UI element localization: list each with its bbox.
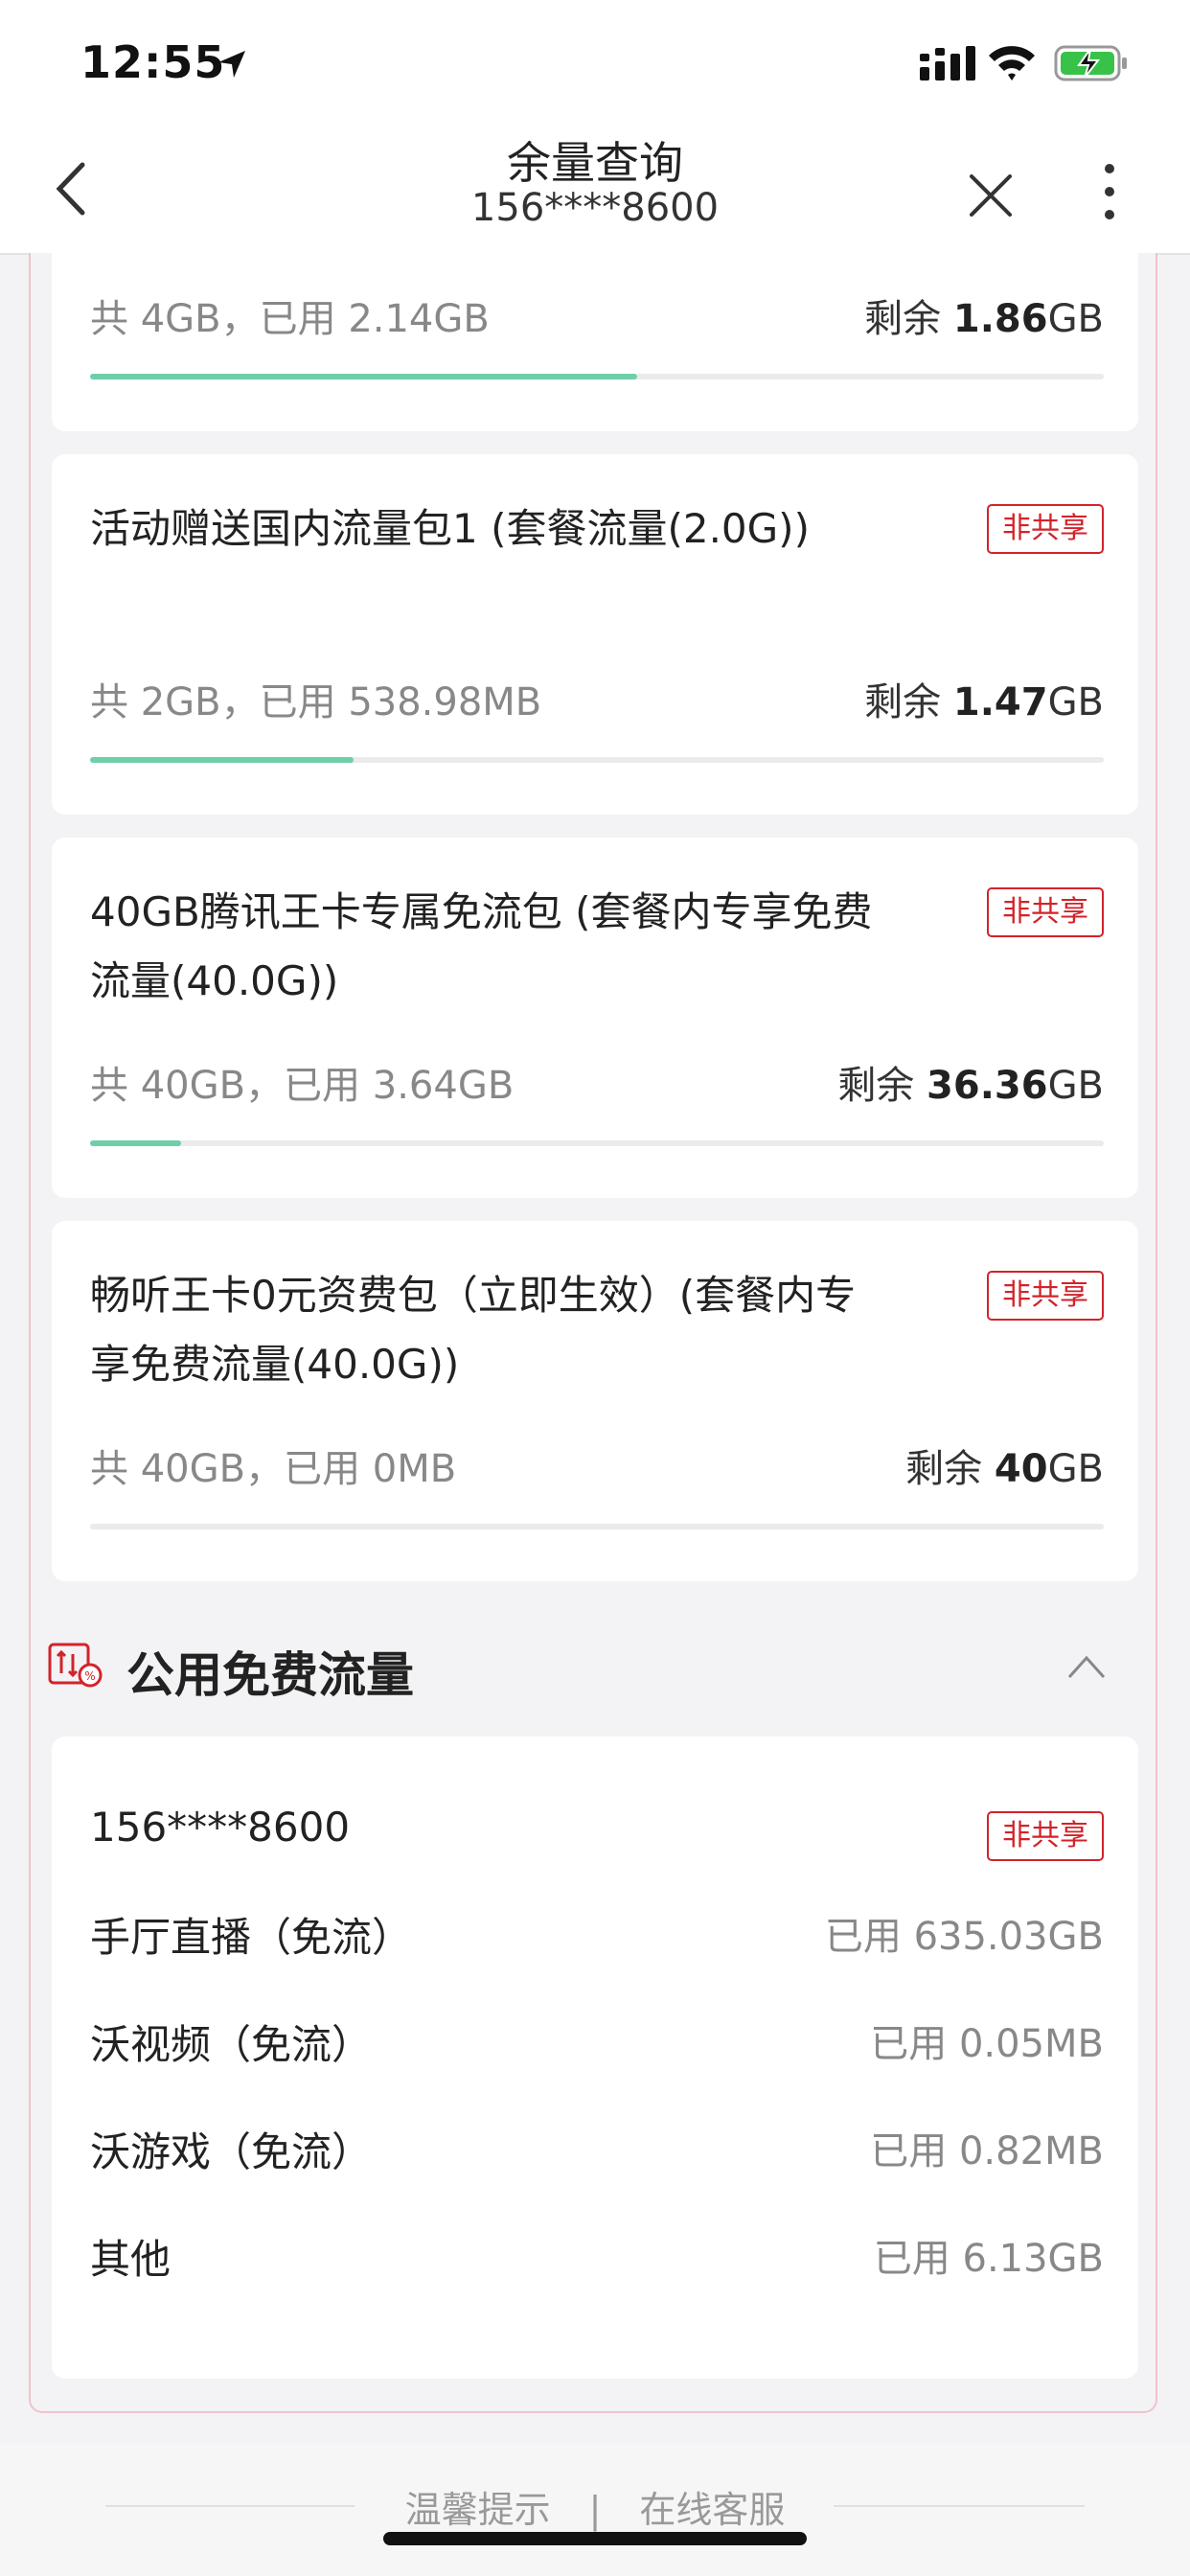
free-row-value: 已用 635.03GB	[824, 1915, 1104, 1959]
non-shared-badge: 非共享	[987, 887, 1104, 937]
customer-service-link[interactable]: 在线客服	[639, 2489, 785, 2531]
non-shared-badge: 非共享	[987, 1271, 1104, 1321]
battery-charging-icon	[1054, 45, 1127, 81]
usage-card: 共 4GB，已用 2.14GB 剩余 1.86GB	[52, 249, 1138, 431]
free-traffic-icon: %	[48, 1643, 103, 1688]
usage-progress-bar	[90, 374, 1104, 380]
usage-container: 共 4GB，已用 2.14GB 剩余 1.86GB 活动赠送国内流量包1 (套餐…	[29, 249, 1157, 2413]
location-arrow-icon	[218, 51, 245, 78]
section-title: 公用免费流量	[126, 1647, 414, 1703]
free-traffic-card: 156****8600 非共享 手厅直播（免流） 已用 635.03GB 沃视频…	[52, 1736, 1138, 2379]
svg-text:%: %	[84, 1669, 95, 1683]
nav-bar: 余量查询 156****8600	[0, 119, 1190, 255]
usage-progress-fill	[90, 1140, 182, 1146]
free-row-value: 已用 0.82MB	[870, 2129, 1104, 2174]
non-shared-badge: 非共享	[987, 1811, 1104, 1861]
cellular-signal-icon	[920, 46, 975, 80]
close-icon[interactable]	[966, 171, 1016, 220]
usage-remaining: 剩余 1.47GB	[864, 680, 1104, 724]
usage-total-used: 共 2GB，已用 538.98MB	[90, 680, 542, 724]
usage-progress-bar	[90, 1524, 1104, 1530]
phone-number: 156****8600	[90, 1804, 351, 1851]
usage-card: 40GB腾讯王卡专属免流包 (套餐内专享免费流量(40.0G)) 非共享 共 4…	[52, 838, 1138, 1198]
usage-total-used: 共 4GB，已用 2.14GB	[90, 297, 490, 341]
usage-progress-fill	[90, 374, 638, 380]
free-row-label: 沃游戏（免流）	[90, 2128, 373, 2175]
package-title: 活动赠送国内流量包1 (套餐流量(2.0G))	[90, 505, 810, 552]
footer-separator: |	[588, 2489, 602, 2531]
usage-total-used: 共 40GB，已用 0MB	[90, 1447, 457, 1491]
non-shared-badge: 非共享	[987, 504, 1104, 554]
usage-progress-bar	[90, 1140, 1104, 1146]
tips-link[interactable]: 温馨提示	[405, 2489, 551, 2531]
footer-links: 温馨提示 | 在线客服	[0, 2480, 1190, 2533]
home-indicator	[383, 2532, 807, 2545]
free-row-label: 沃视频（免流）	[90, 2021, 373, 2068]
usage-card: 畅听王卡0元资费包（立即生效）(套餐内专享免费流量(40.0G)) 非共享 共 …	[52, 1221, 1138, 1581]
usage-progress-fill	[90, 757, 355, 763]
footer: 温馨提示 | 在线客服	[0, 2444, 1190, 2576]
status-bar: 12:55	[0, 0, 1190, 119]
free-row-label: 其他	[90, 2236, 172, 2283]
usage-card: 活动赠送国内流量包1 (套餐流量(2.0G)) 非共享 共 2GB，已用 538…	[52, 454, 1138, 815]
usage-remaining: 剩余 1.86GB	[864, 297, 1104, 341]
usage-total-used: 共 40GB，已用 3.64GB	[90, 1064, 515, 1108]
free-row-value: 已用 6.13GB	[873, 2237, 1104, 2281]
package-title: 40GB腾讯王卡专属免流包 (套餐内专享免费流量(40.0G))	[90, 888, 873, 1004]
usage-progress-bar	[90, 757, 1104, 763]
more-vertical-icon[interactable]	[1100, 161, 1119, 222]
wifi-icon	[989, 46, 1035, 80]
package-title: 畅听王卡0元资费包（立即生效）(套餐内专享免费流量(40.0G))	[90, 1272, 857, 1388]
status-time: 12:55	[80, 36, 226, 88]
free-row-label: 手厅直播（免流）	[90, 1914, 413, 1961]
chevron-up-icon[interactable]	[1065, 1652, 1108, 1681]
usage-remaining: 剩余 36.36GB	[837, 1064, 1104, 1108]
usage-remaining: 剩余 40GB	[905, 1447, 1104, 1491]
free-row-value: 已用 0.05MB	[870, 2022, 1104, 2066]
